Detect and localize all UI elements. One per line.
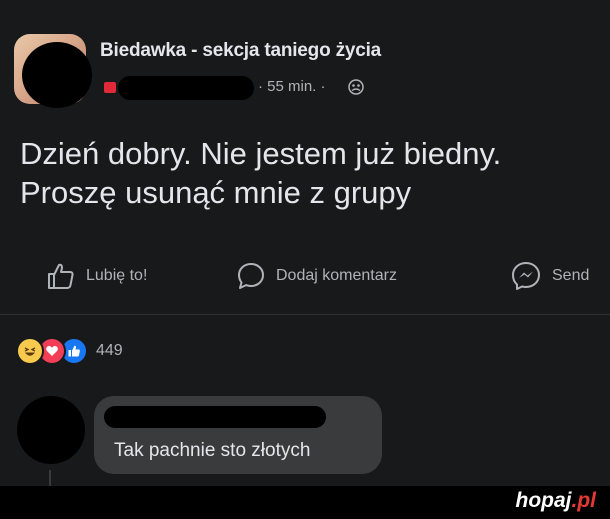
author-name-redacted[interactable] xyxy=(118,76,254,100)
reactions-summary[interactable]: 449 xyxy=(16,337,123,365)
haha-reaction-icon xyxy=(16,337,44,365)
post-timestamp[interactable]: · 55 min. · xyxy=(258,78,326,95)
watermark-logo: hopaj.pl xyxy=(516,489,597,513)
post-text-line-2: Proszę usunąć mnie z grupy xyxy=(20,175,412,210)
post-action-bar: Lubię to! Dodaj komentarz Send xyxy=(0,256,610,296)
send-label: Send xyxy=(552,267,590,284)
divider xyxy=(0,314,610,315)
post-text: Dzień dobry. Nie jestem już biedny. Pros… xyxy=(20,134,501,212)
comment-text: Tak pachnie sto złotych xyxy=(114,440,311,461)
comment-button[interactable]: Dodaj komentarz xyxy=(236,256,397,296)
post-text-line-1: Dzień dobry. Nie jestem już biedny. xyxy=(20,136,502,171)
thumbs-up-icon xyxy=(48,263,74,289)
watermark-main: hopaj xyxy=(515,489,572,512)
comment-bubble-icon xyxy=(238,263,264,289)
commenter-avatar-redacted[interactable] xyxy=(17,396,85,464)
thread-line xyxy=(49,470,51,486)
like-label: Lubię to! xyxy=(86,267,148,284)
group-name[interactable]: Biedawka - sekcja taniego życia xyxy=(100,40,381,62)
messenger-icon xyxy=(512,262,540,290)
comment-bubble[interactable]: Tak pachnie sto złotych xyxy=(94,396,382,474)
author-name-fragment xyxy=(104,82,116,93)
commenter-name-redacted[interactable] xyxy=(104,406,326,428)
watermark-accent: .pl xyxy=(571,489,597,512)
reaction-count: 449 xyxy=(96,342,123,359)
author-avatar-redacted[interactable] xyxy=(22,42,92,108)
send-button[interactable]: Send xyxy=(510,256,589,296)
facebook-post-screen: Biedawka - sekcja taniego życia · 55 min… xyxy=(0,0,610,486)
comment-label: Dodaj komentarz xyxy=(276,267,397,284)
group-audience-icon xyxy=(348,79,364,95)
like-button[interactable]: Lubię to! xyxy=(46,256,147,296)
